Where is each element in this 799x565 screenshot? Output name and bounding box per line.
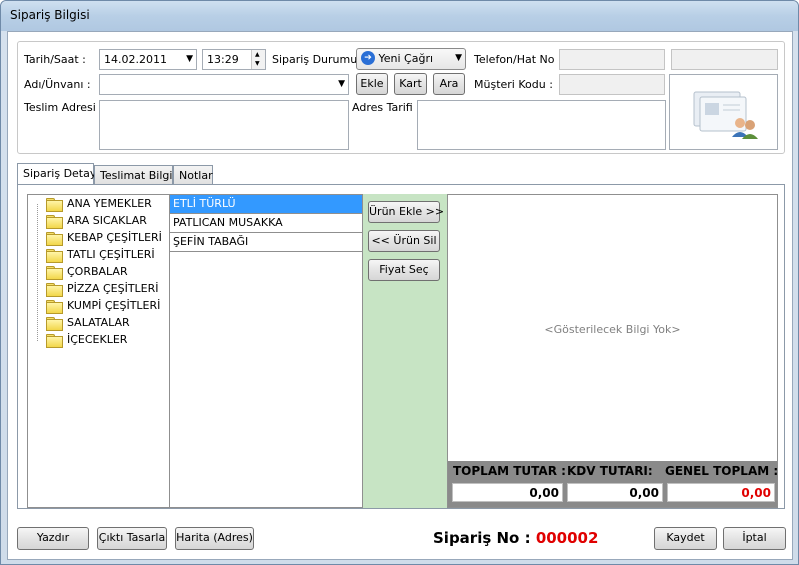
save-button[interactable]: Kaydet [654,527,717,550]
chevron-down-icon[interactable]: ▼ [455,53,462,63]
tree-item-label: SALATALAR [67,316,130,329]
tree-item-label: ARA SICAKLAR [67,214,147,227]
folder-icon [46,266,63,280]
folder-icon [46,283,63,297]
action-column: Ürün Ekle >> << Ürün Sil Fiyat Seç [363,194,447,508]
order-grid[interactable]: <Gösterilecek Bilgi Yok> TOPLAM TUTAR : … [447,194,778,508]
customer-code-field[interactable] [559,74,665,95]
tree-item-label: KUMPİ ÇEŞİTLERİ [67,299,161,312]
customer-code-label: Müşteri Kodu : [474,78,553,91]
order-number: Sipariş No : 000002 [433,529,598,547]
date-value: 14.02.2011 [104,53,167,66]
folder-icon [46,317,63,331]
client-area: Tarih/Saat : 14.02.2011 ▼ 13:29 ▲ ▼ Sipa… [7,31,793,560]
date-picker[interactable]: 14.02.2011 ▼ [99,49,197,70]
chevron-down-icon[interactable]: ▼ [338,79,345,89]
time-value: 13:29 [207,53,239,66]
folder-icon [46,300,63,314]
time-input[interactable]: 13:29 ▲ ▼ [202,49,266,70]
customer-photo[interactable] [669,74,778,150]
directions-label: Adres Tarifi : [352,101,420,114]
tab-delivery-info[interactable]: Teslimat Bilgisi [94,165,181,185]
total-value: 0,00 [452,483,563,502]
contacts-icon [693,91,758,139]
folder-icon [46,232,63,246]
grand-total-label: GENEL TOPLAM : [665,464,779,478]
time-spinner[interactable]: ▲ ▼ [251,50,265,69]
date-time-label: Tarih/Saat : [24,53,86,66]
window-title: Sipariş Bilgisi [10,8,90,22]
status-value: Yeni Çağrı [378,52,434,65]
arrow-right-circle-icon: ➔ [361,51,375,65]
totals-bar: TOPLAM TUTAR : KDV TUTARI: GENEL TOPLAM … [448,461,779,507]
tree-item-label: ANA YEMEKLER [67,197,152,210]
tree-item[interactable]: ARA SICAKLAR [46,214,147,231]
empty-grid-message: <Gösterilecek Bilgi Yok> [544,323,681,336]
folder-icon [46,249,63,263]
name-label: Adı/Ünvanı : [24,78,91,91]
add-customer-button[interactable]: Ekle [356,73,388,95]
cancel-button[interactable]: İptal [723,527,786,550]
tree-item-label: TATLI ÇEŞİTLERİ [67,248,155,261]
print-button[interactable]: Yazdır [17,527,89,550]
tab-order-detail[interactable]: Sipariş Detay [17,163,96,185]
status-label: Sipariş Durumu : [272,53,365,66]
map-address-button[interactable]: Harita (Adres) [175,527,254,550]
title-bar[interactable]: Sipariş Bilgisi [1,1,798,31]
category-tree[interactable]: ANA YEMEKLER ARA SICAKLAR KEBAP ÇEŞİTLER… [27,194,170,508]
tree-item[interactable]: TATLI ÇEŞİTLERİ [46,248,155,265]
remove-product-button[interactable]: << Ürün Sil [368,230,440,252]
order-number-value: 000002 [535,529,599,547]
status-select[interactable]: ➔ Yeni Çağrı ▼ [356,48,466,70]
directions-textarea[interactable] [417,100,666,150]
select-price-button[interactable]: Fiyat Seç [368,259,440,281]
vat-label: KDV TUTARI: [567,464,653,478]
tree-item-label: ÇORBALAR [67,265,128,278]
spin-up-icon[interactable]: ▲ [255,51,260,59]
tree-item[interactable]: KEBAP ÇEŞİTLERİ [46,231,162,248]
order-detail-page: ANA YEMEKLER ARA SICAKLAR KEBAP ÇEŞİTLER… [17,184,785,509]
tree-item[interactable]: SALATALAR [46,316,130,333]
tree-item-label: KEBAP ÇEŞİTLERİ [67,231,162,244]
chevron-down-icon[interactable]: ▼ [186,54,193,64]
order-window: Sipariş Bilgisi Tarih/Saat : 14.02.2011 … [0,0,799,565]
add-product-button[interactable]: Ürün Ekle >> [368,201,444,223]
phone-extra-field[interactable] [671,49,778,70]
grand-total-value: 0,00 [667,483,775,502]
folder-icon [46,215,63,229]
design-output-button[interactable]: Çıktı Tasarla [97,527,167,550]
product-list[interactable]: ETLİ TÜRLÜ PATLICAN MUSAKKA ŞEFİN TABAĞI [169,194,363,508]
order-number-label: Sipariş No : [433,529,531,547]
phone-field[interactable] [559,49,665,70]
list-item[interactable]: ETLİ TÜRLÜ [170,195,362,214]
tree-item-label: İÇECEKLER [67,333,128,346]
folder-icon [46,334,63,348]
phone-label: Telefon/Hat No : [474,53,562,66]
customer-card-button[interactable]: Kart [394,73,427,95]
tree-item[interactable]: ANA YEMEKLER [46,197,152,214]
list-item[interactable]: PATLICAN MUSAKKA [170,214,362,233]
tree-item[interactable]: İÇECEKLER [46,333,127,350]
spin-down-icon[interactable]: ▼ [255,60,260,68]
tree-item[interactable]: KUMPİ ÇEŞİTLERİ [46,299,160,316]
tree-item[interactable]: ÇORBALAR [46,265,128,282]
tree-item[interactable]: PİZZA ÇEŞİTLERİ [46,282,159,299]
vat-value: 0,00 [567,483,663,502]
list-item[interactable]: ŞEFİN TABAĞI [170,233,362,252]
name-combo[interactable]: ▼ [99,74,349,95]
total-label: TOPLAM TUTAR : [453,464,566,478]
address-textarea[interactable] [99,100,349,150]
tree-item-label: PİZZA ÇEŞİTLERİ [67,282,159,295]
folder-icon [46,198,63,212]
search-customer-button[interactable]: Ara [433,73,465,95]
tab-notes[interactable]: Notlar [173,165,213,185]
tree-connector [37,204,38,341]
address-label: Teslim Adresi : [24,101,104,114]
